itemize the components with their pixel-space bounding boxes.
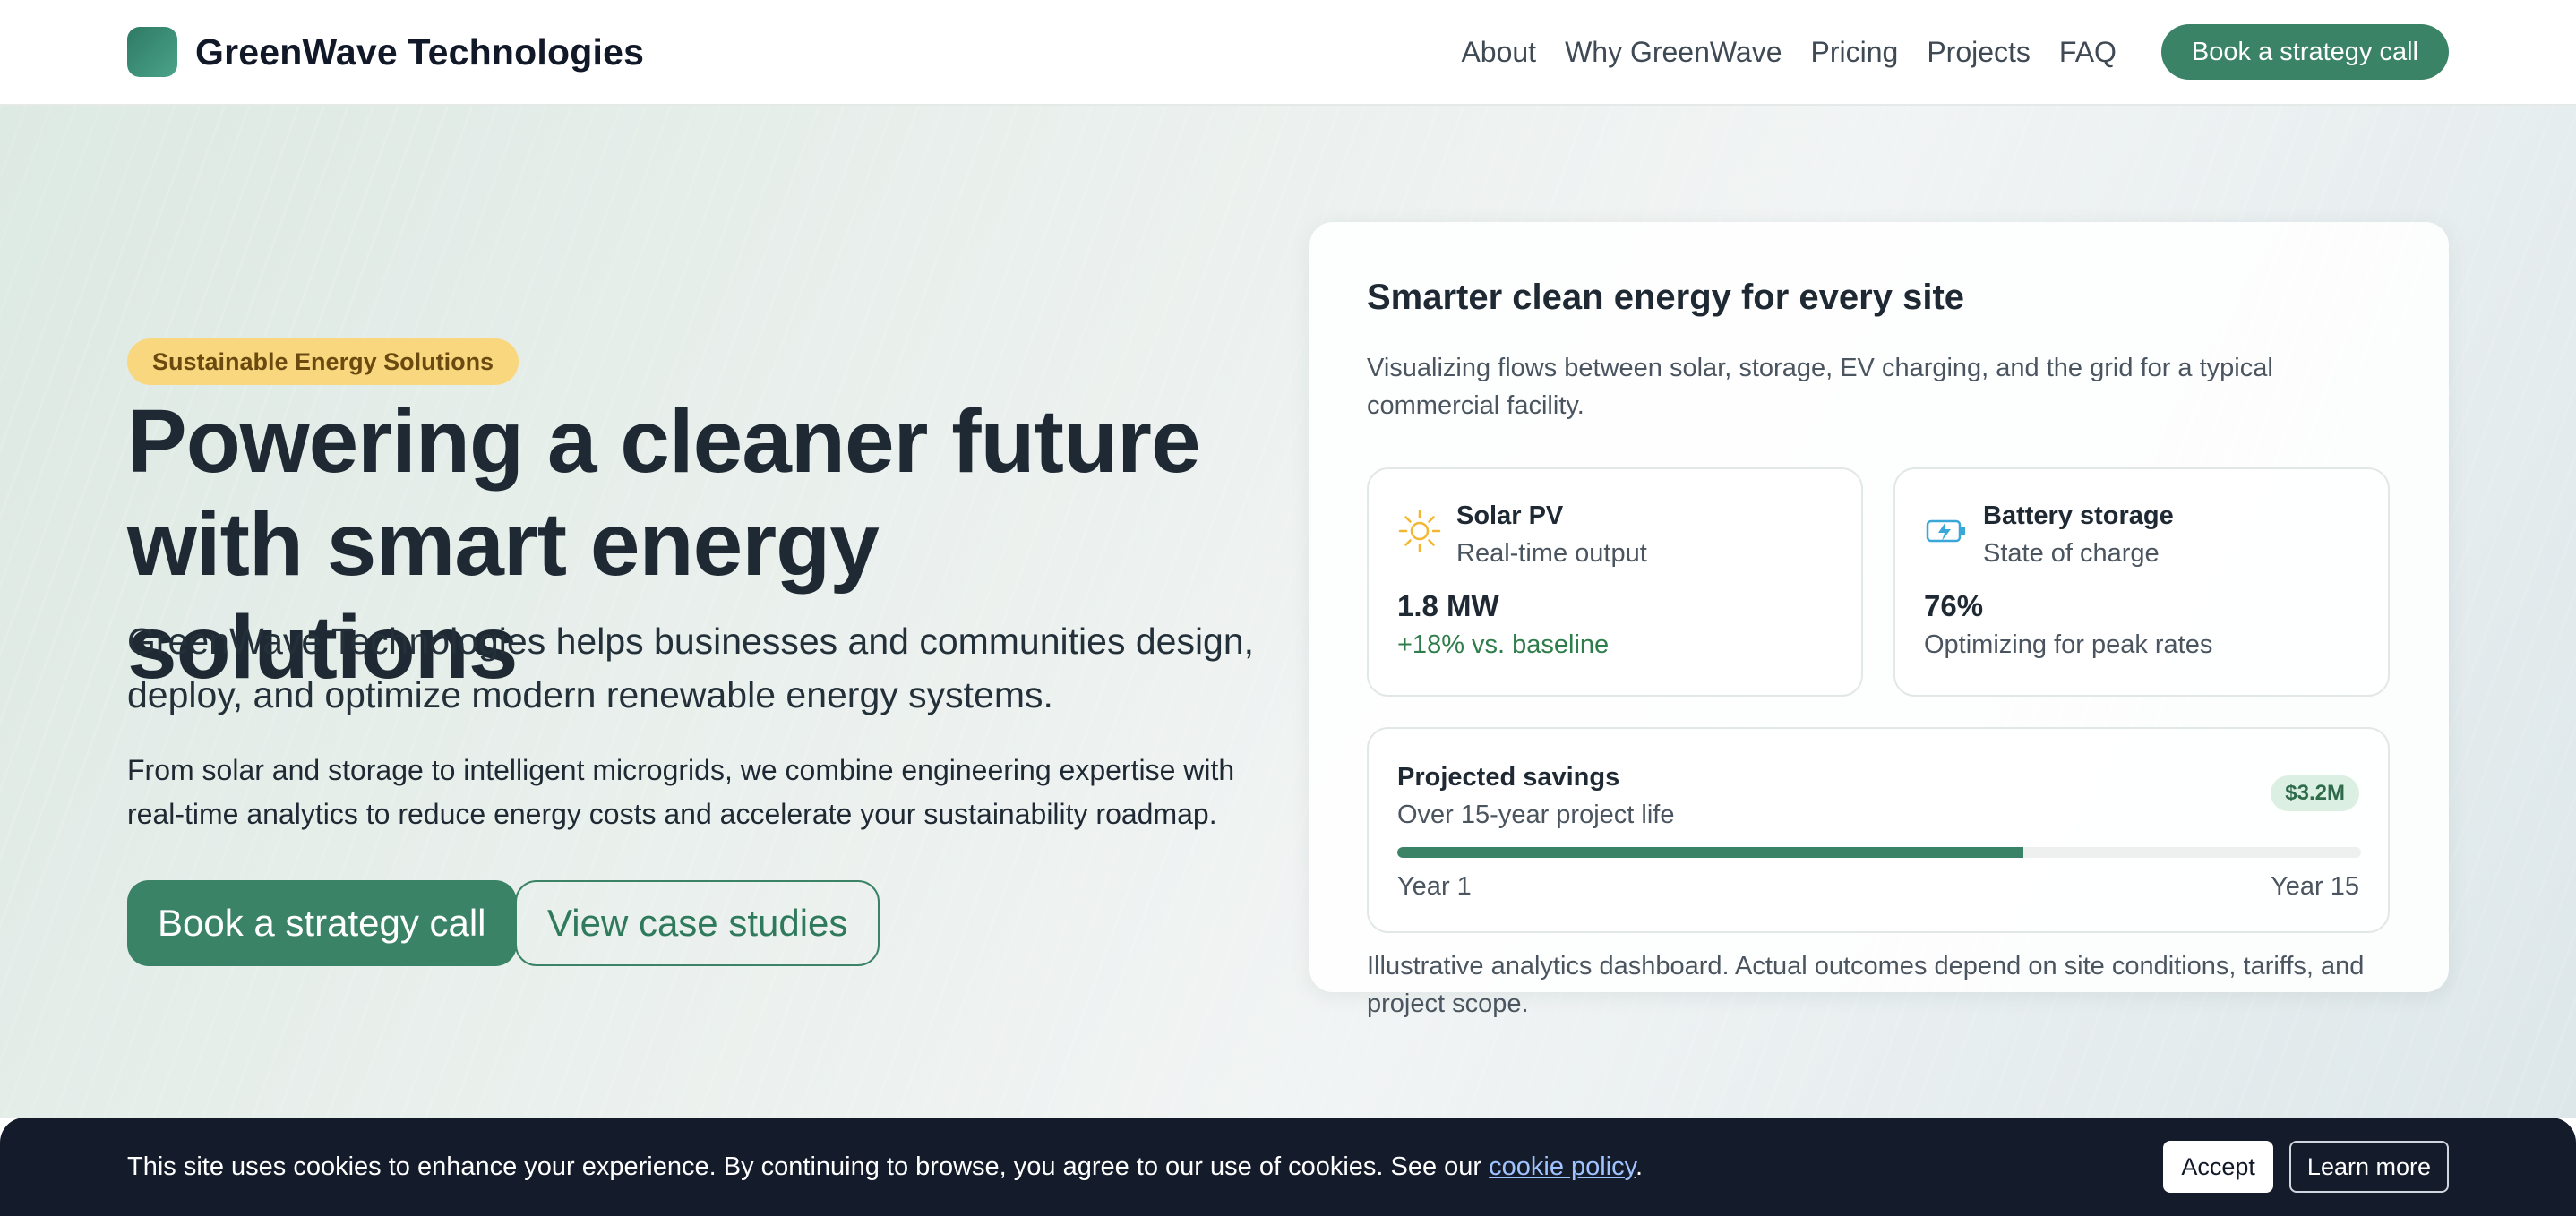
savings-start-label: Year 1 [1397, 872, 1472, 901]
dashboard-footnote: Illustrative analytics dashboard. Actual… [1367, 952, 2365, 1018]
nav-link-pricing[interactable]: Pricing [1811, 36, 1899, 69]
battery-storage-subtitle: State of charge [1983, 539, 2160, 568]
cookie-policy-link[interactable]: cookie policy [1489, 1152, 1636, 1181]
nav-link-projects[interactable]: Projects [1927, 36, 2031, 69]
savings-end-label: Year 15 [2271, 872, 2359, 901]
brand[interactable]: GreenWave Technologies [127, 27, 644, 77]
sun-icon [1398, 510, 1441, 552]
solar-pv-value: 1.8 MW [1397, 589, 1499, 622]
dashboard-description: Visualizing flows between solar, storage… [1367, 354, 2273, 420]
nav-link-faq[interactable]: FAQ [2059, 36, 2117, 69]
header-strategy-call-button[interactable]: Book a strategy call [2160, 24, 2449, 80]
battery-storage-metric: Battery storage State of charge 76% Opti… [1893, 467, 2390, 697]
solar-pv-title: Solar PV [1456, 501, 1564, 530]
dashboard-title: Smarter clean energy for every site [1367, 278, 1965, 317]
hero-badge: Sustainable Energy Solutions [127, 338, 519, 385]
cookie-banner: This site uses cookies to enhance your e… [0, 1118, 2576, 1216]
cookie-text-before: This site uses cookies to enhance your e… [127, 1152, 1490, 1181]
hero-body: From solar and storage to intelligent mi… [127, 754, 1235, 830]
cookie-accept-button[interactable]: Accept [2163, 1141, 2273, 1193]
solar-pv-metric: Solar PV Real-time output 1.8 MW +18% vs… [1367, 467, 1863, 697]
main-nav: About Why GreenWave Pricing Projects FAQ [1461, 36, 2116, 69]
projected-savings-panel: Projected savings Over 15-year project l… [1367, 727, 2390, 933]
site-header: GreenWave Technologies About Why GreenWa… [0, 0, 2576, 106]
view-case-studies-button[interactable]: View case studies [515, 880, 880, 966]
savings-progress-bar [1397, 847, 2361, 858]
solar-pv-change: +18% vs. baseline [1397, 630, 1610, 659]
hero-section: Sustainable Energy Solutions Powering a … [0, 106, 2576, 1118]
hero-lead: GreenWave Technologies helps businesses … [127, 621, 1255, 715]
savings-title: Projected savings [1397, 763, 1620, 792]
battery-storage-note: Optimizing for peak rates [1924, 630, 2213, 659]
battery-storage-title: Battery storage [1983, 501, 2174, 530]
brand-name: GreenWave Technologies [195, 30, 645, 73]
cookie-text-after: . [1636, 1152, 1644, 1181]
logo-square-icon [127, 27, 177, 77]
battery-storage-value: 76% [1924, 589, 1984, 622]
nav-link-about[interactable]: About [1461, 36, 1536, 69]
nav-link-why-greenwave[interactable]: Why GreenWave [1565, 36, 1782, 69]
cookie-message: This site uses cookies to enhance your e… [127, 1152, 1643, 1182]
hero-strategy-call-button[interactable]: Book a strategy call [127, 880, 517, 966]
energy-dashboard-card: Smarter clean energy for every site Visu… [1309, 222, 2449, 1018]
battery-charging-icon [1926, 519, 1965, 543]
savings-amount-badge: $3.2M [2271, 775, 2359, 811]
cookie-actions: Accept Learn more [2163, 1141, 2449, 1193]
cookie-learn-more-button[interactable]: Learn more [2288, 1141, 2449, 1193]
hero-title-line-1: Powering a cleaner future [127, 391, 1201, 492]
savings-subtitle: Over 15-year project life [1397, 801, 1675, 829]
solar-pv-subtitle: Real-time output [1456, 539, 1647, 568]
savings-progress-fill [1397, 847, 2024, 858]
